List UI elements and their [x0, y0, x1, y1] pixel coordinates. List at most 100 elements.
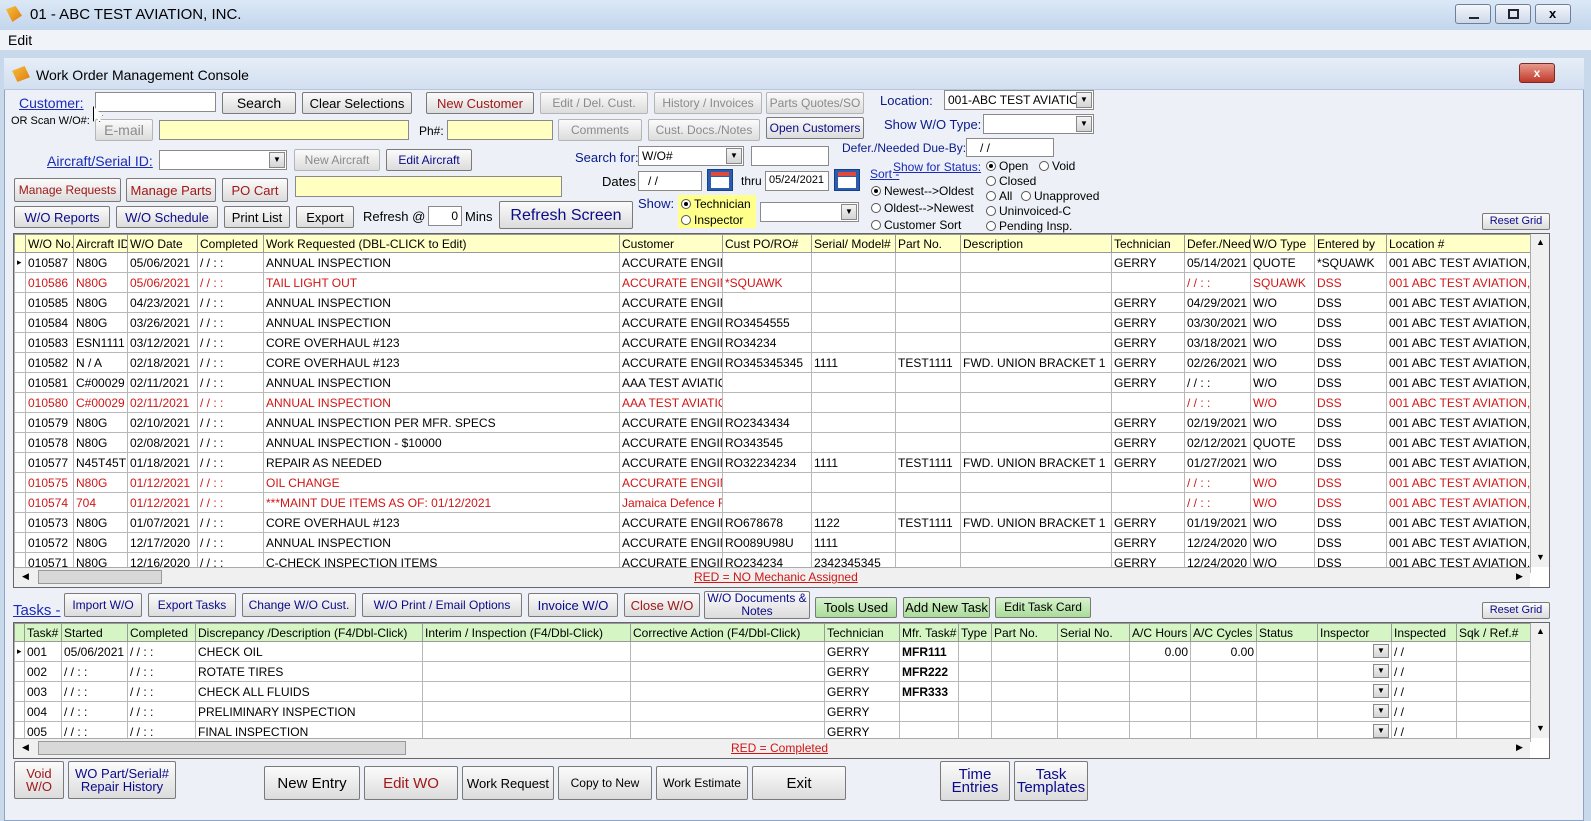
wo-column-header[interactable]: Location # — [1386, 234, 1531, 253]
comments-button[interactable]: Comments — [558, 119, 642, 141]
wo-type-select[interactable]: ▼ — [983, 114, 1094, 134]
console-close-button[interactable]: x — [1519, 63, 1555, 83]
chevron-down-icon[interactable]: ▼ — [269, 152, 285, 168]
tasks-vertical-scrollbar[interactable]: ▲ ▼ — [1530, 623, 1549, 738]
email-input[interactable] — [159, 120, 409, 140]
new-aircraft-button[interactable]: New Aircraft — [294, 149, 380, 171]
task-column-header[interactable]: Inspector — [1317, 623, 1392, 642]
table-row[interactable]: 010574 704 01/12/2021/ / : : ***MAINT DUE I… — [14, 492, 1531, 513]
row-selector[interactable]: ▸ — [14, 641, 25, 662]
search-for-select[interactable]: W/O# ▼ — [638, 146, 744, 166]
customer-label[interactable]: Customer: — [19, 95, 84, 111]
wo-column-header[interactable]: Aircraft ID — [73, 234, 128, 253]
wo-column-header[interactable]: W/O Date — [127, 234, 198, 253]
tasks-reset-grid-button[interactable]: Reset Grid — [1482, 602, 1550, 619]
task-column-header[interactable]: Corrective Action (F4/Dbl-Click) — [630, 623, 825, 642]
wo-column-header[interactable]: Part No. — [895, 234, 961, 253]
invoice-wo-button[interactable]: Invoice W/O — [528, 593, 618, 617]
task-column-header[interactable]: Serial No. — [1057, 623, 1130, 642]
task-column-header[interactable]: Discrepancy /Description (F4/Dbl-Click) — [195, 623, 423, 642]
task-column-header[interactable]: A/C Hours — [1129, 623, 1191, 642]
notes-input[interactable] — [295, 176, 562, 197]
wo-column-header[interactable]: Description — [960, 234, 1112, 253]
customer-input[interactable] — [95, 92, 216, 112]
import-wo-button[interactable]: Import W/O — [64, 593, 142, 617]
row-selector[interactable] — [14, 661, 25, 682]
minimize-button[interactable] — [1455, 4, 1491, 24]
sort-customer-radio[interactable]: Customer Sort — [871, 218, 961, 232]
row-selector[interactable] — [14, 352, 26, 373]
wo-column-header[interactable]: Serial/ Model# — [811, 234, 896, 253]
status-all-radio[interactable]: All — [986, 189, 1012, 203]
task-templates-button[interactable]: Task Templates — [1014, 761, 1088, 801]
add-new-task-button[interactable]: Add New Task — [903, 597, 990, 618]
task-column-header[interactable]: Type — [958, 623, 992, 642]
chevron-down-icon[interactable]: ▼ — [1076, 116, 1092, 132]
work-request-button[interactable]: Work Request — [462, 766, 554, 800]
scroll-up-icon[interactable]: ▲ — [1536, 237, 1545, 247]
table-row[interactable]: ▸ 010587 N80G 05/06/2021/ / : : ANNUAL INSPE… — [14, 252, 1531, 273]
manage-parts-button[interactable]: Manage Parts — [126, 178, 216, 202]
scroll-up-icon[interactable]: ▲ — [1536, 626, 1545, 636]
wo-column-header[interactable]: Cust PO/RO# — [722, 234, 812, 253]
search-for-input[interactable] — [751, 146, 829, 166]
reset-grid-button[interactable]: Reset Grid — [1482, 213, 1550, 230]
table-row[interactable]: 010579 N80G 02/10/2021/ / : : ANNUAL INSPEC… — [14, 412, 1531, 433]
row-selector[interactable] — [14, 432, 26, 453]
print-list-button[interactable]: Print List — [224, 206, 290, 228]
copy-to-new-button[interactable]: Copy to New — [558, 766, 652, 800]
row-selector[interactable] — [14, 472, 26, 493]
dates-from-input[interactable]: / / — [638, 171, 702, 191]
row-selector[interactable] — [14, 372, 26, 393]
table-row[interactable]: 010573 N80G 01/07/2021/ / : : CORE OVERHAUL… — [14, 512, 1531, 533]
restore-button[interactable] — [1495, 4, 1531, 24]
new-customer-button[interactable]: New Customer — [426, 92, 534, 114]
table-row[interactable]: 010583 ESN1111 03/12/2021/ / : : CORE OVERH… — [14, 332, 1531, 353]
edit-task-card-button[interactable]: Edit Task Card — [995, 597, 1091, 618]
row-selector[interactable] — [14, 681, 25, 702]
wo-vertical-scrollbar[interactable]: ▲ ▼ — [1530, 234, 1549, 567]
table-row[interactable]: 010580 C#00029 02/11/2021/ / : : ANNUAL INS… — [14, 392, 1531, 413]
edit-del-cust-button[interactable]: Edit / Del. Cust. — [540, 92, 648, 114]
aircraft-label[interactable]: Aircraft/Serial ID: — [47, 153, 153, 169]
status-open-radio[interactable]: Open — [986, 159, 1028, 173]
wo-schedule-button[interactable]: W/O Schedule — [116, 206, 218, 228]
scroll-right-icon[interactable]: ▶ — [1516, 571, 1523, 582]
table-row[interactable]: ▸ 001 05/06/2021/ / : : CHECK OIL GERRY MFR11… — [14, 641, 1531, 662]
export-tasks-button[interactable]: Export Tasks — [148, 593, 236, 617]
time-entries-button[interactable]: Time Entries — [940, 761, 1010, 801]
show-select[interactable]: ▼ — [760, 202, 859, 222]
chevron-down-icon[interactable]: ▼ — [1373, 704, 1389, 718]
table-row[interactable]: 010572 N80G 12/17/2020/ / : : ANNUAL INSPEC… — [14, 532, 1531, 553]
scroll-down-icon[interactable]: ▼ — [1536, 552, 1545, 562]
task-column-header[interactable]: Sqk / Ref.# — [1456, 623, 1531, 642]
wo-documents-button[interactable]: W/O Documents & Notes — [704, 591, 810, 619]
wo-column-header[interactable]: Defer./Needed — [1184, 234, 1251, 253]
chevron-down-icon[interactable]: ▼ — [1373, 644, 1389, 658]
wo-column-header[interactable]: Technician — [1111, 234, 1185, 253]
location-select[interactable]: 001-ABC TEST AVIATIO ▼ — [944, 90, 1094, 110]
defer-input[interactable]: / / — [966, 138, 1054, 157]
wo-scroll-thumb[interactable] — [38, 570, 162, 584]
task-column-header[interactable]: Status — [1256, 623, 1318, 642]
cust-docs-button[interactable]: Cust. Docs./Notes — [648, 119, 760, 141]
scroll-left-icon[interactable]: ◀ — [22, 571, 29, 582]
parts-quotes-button[interactable]: Parts Quotes/SO — [766, 92, 864, 114]
wo-print-email-button[interactable]: W/O Print / Email Options — [362, 593, 522, 617]
row-selector[interactable] — [14, 512, 26, 533]
window-close-button[interactable]: x — [1535, 4, 1571, 24]
export-button[interactable]: Export — [296, 206, 354, 228]
wo-column-header[interactable]: Customer — [619, 234, 723, 253]
wo-column-header[interactable]: Work Requested (DBL-CLICK to Edit) — [263, 234, 620, 253]
row-selector[interactable] — [14, 332, 26, 353]
row-selector[interactable]: ▸ — [14, 252, 26, 273]
phone-input[interactable] — [447, 120, 553, 140]
chevron-down-icon[interactable]: ▼ — [1373, 664, 1389, 678]
tasks-scroll-thumb[interactable] — [38, 741, 406, 755]
status-unapproved-radio[interactable]: Unapproved — [1021, 189, 1099, 203]
history-invoices-button[interactable]: History / Invoices — [654, 92, 762, 114]
table-row[interactable]: 010575 N80G 01/12/2021/ / : : OIL CHANGE ACC… — [14, 472, 1531, 493]
wo-part-history-button[interactable]: WO Part/Serial# Repair History — [68, 761, 176, 799]
edit-wo-button[interactable]: Edit WO — [364, 766, 458, 800]
chevron-down-icon[interactable]: ▼ — [841, 204, 857, 220]
